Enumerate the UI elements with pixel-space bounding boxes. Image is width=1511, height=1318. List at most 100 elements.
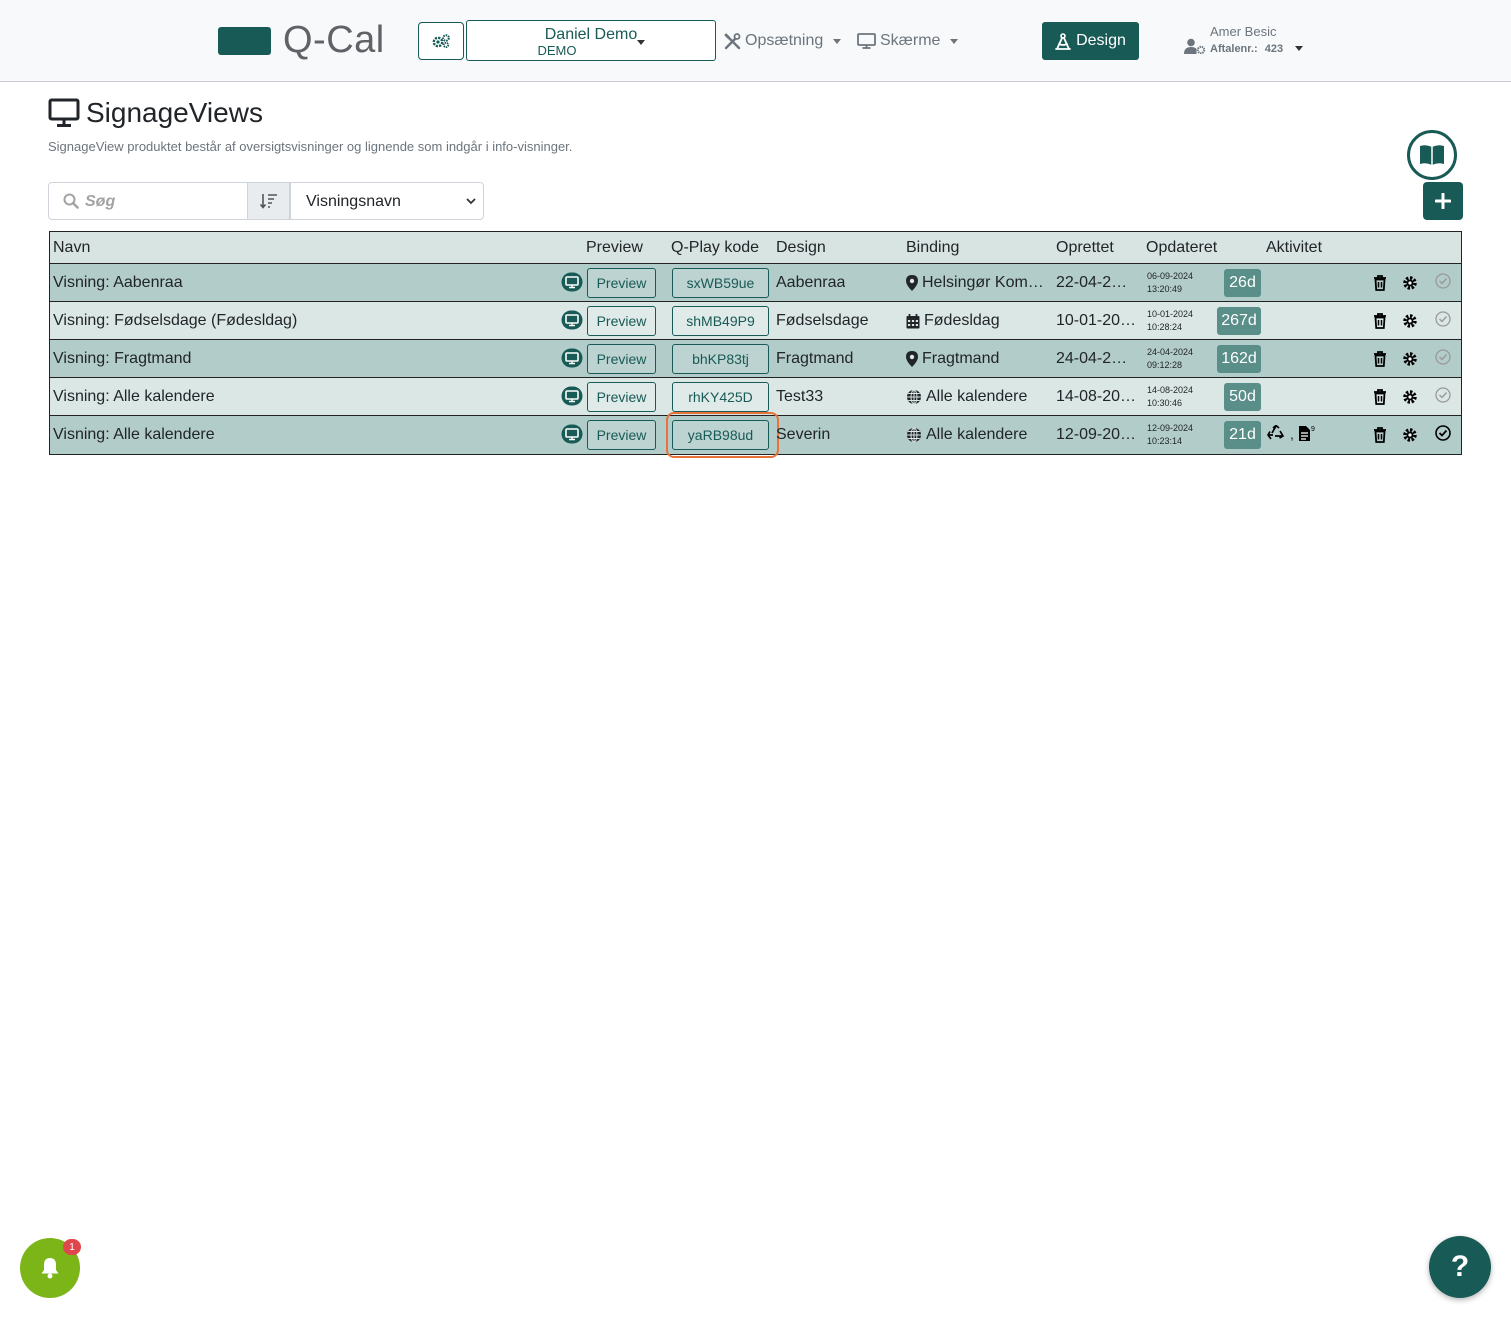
gear-icon[interactable]	[1402, 427, 1418, 448]
binding-name: Helsingør Kom…	[922, 274, 1044, 291]
table-row: Visning: Aabenraa Preview sxWB59ue Aabenraa…	[50, 264, 1461, 302]
notification-count-badge: 1	[63, 1239, 81, 1255]
updated-datetime: 10-01-2024 10:28:24	[1147, 308, 1193, 334]
screen-preview-icon[interactable]	[561, 310, 583, 335]
updated-time: 13:20:49	[1147, 284, 1183, 294]
created-date: 24-04-2…	[1056, 350, 1128, 367]
table-row: Visning: Alle kalendere Preview yaRB98ud Se…	[50, 412, 1461, 458]
table-row: Visning: Alle kalendere Preview rhKY425D Te…	[50, 378, 1461, 416]
search-icon	[63, 193, 79, 209]
qplay-code-button[interactable]: rhKY425D	[672, 382, 769, 412]
check-circle-inactive-icon[interactable]	[1435, 349, 1451, 370]
sort-field-value: Visningsnavn	[306, 193, 401, 210]
gear-icon[interactable]	[1402, 389, 1418, 410]
qplay-code-button[interactable]: yaRB98ud	[672, 420, 769, 450]
col-header-preview: Preview	[586, 239, 643, 256]
agreement-value: 423	[1264, 43, 1284, 55]
nav-opsaetning-label: Opsætning	[745, 32, 824, 49]
updated-date: 14-08-2024	[1147, 385, 1194, 395]
trash-icon[interactable]	[1373, 313, 1387, 334]
check-circle-icon[interactable]	[1435, 425, 1451, 446]
design-button[interactable]: Design	[1042, 22, 1139, 60]
drafting-compass-icon	[1055, 32, 1071, 50]
qplay-code-button[interactable]: sxWB59ue	[672, 268, 769, 298]
user-name: Amer Besic	[1210, 24, 1277, 39]
caret-down-icon	[833, 38, 842, 44]
check-circle-inactive-icon[interactable]	[1435, 311, 1451, 332]
account-selector[interactable]: Daniel Demo DEMO	[466, 20, 716, 61]
preview-button[interactable]: Preview	[587, 420, 656, 450]
search-box	[48, 182, 248, 220]
page-description: SignageView produktet består af oversigt…	[48, 139, 573, 154]
updated-date: 12-09-2024	[1147, 423, 1194, 433]
view-name[interactable]: Visning: Aabenraa	[53, 273, 183, 293]
trash-icon[interactable]	[1373, 389, 1387, 410]
search-input[interactable]	[83, 189, 243, 215]
screen-preview-icon[interactable]	[561, 424, 583, 449]
add-signageview-button[interactable]	[1423, 182, 1463, 220]
preview-button[interactable]: Preview	[587, 268, 656, 298]
account-sub: DEMO	[537, 43, 577, 58]
age-badge: 267d	[1217, 307, 1261, 335]
updated-time: 10:30:46	[1147, 398, 1183, 408]
documentation-button[interactable]	[1407, 130, 1457, 180]
preview-button[interactable]: Preview	[587, 382, 656, 412]
age-badge: 50d	[1224, 383, 1261, 411]
account-name: Daniel Demo	[544, 26, 638, 43]
view-name[interactable]: Visning: Alle kalendere	[53, 387, 215, 407]
plus-icon	[1435, 193, 1451, 209]
gear-icon[interactable]	[1402, 313, 1418, 334]
trash-icon[interactable]	[1373, 427, 1387, 448]
updated-datetime: 12-09-2024 10:23:14	[1147, 422, 1193, 448]
trash-icon[interactable]	[1373, 351, 1387, 372]
binding-cell: Fragtmand	[906, 349, 999, 369]
check-circle-inactive-icon[interactable]	[1435, 273, 1451, 294]
calendar-icon	[906, 313, 920, 329]
recycle-icon	[1266, 425, 1286, 442]
help-button[interactable]: ?	[1429, 1236, 1491, 1298]
table-row: Visning: Fødselsdage (Fødesldag) Preview s…	[50, 302, 1461, 340]
bell-icon	[41, 1258, 59, 1279]
view-name[interactable]: Visning: Alle kalendere	[53, 425, 215, 445]
col-header-opdateret: Opdateret	[1146, 239, 1218, 256]
preview-button[interactable]: Preview	[587, 306, 656, 336]
chevron-down-icon	[466, 198, 476, 205]
table-header: Navn Preview Q-Play kode Design Binding …	[50, 232, 1461, 264]
settings-button[interactable]	[418, 22, 464, 60]
gears-icon	[432, 34, 450, 49]
view-name[interactable]: Visning: Fragtmand	[53, 349, 191, 369]
screen-preview-icon[interactable]	[561, 272, 583, 297]
col-header-navn[interactable]: Navn	[53, 238, 90, 258]
sort-direction-button[interactable]	[248, 182, 290, 220]
design-name: Test33	[776, 388, 824, 405]
check-circle-inactive-icon[interactable]	[1435, 387, 1451, 408]
gear-icon[interactable]	[1402, 275, 1418, 296]
top-navbar: Q-Cal Daniel Demo DEMO Opsætning Skærme	[0, 0, 1511, 82]
caret-down-icon	[637, 40, 645, 45]
col-header-design: Design	[776, 239, 826, 256]
map-marker-icon	[906, 275, 918, 291]
agreement-label: Aftalenr.:	[1210, 43, 1258, 55]
qplay-code-button[interactable]: bhKP83tj	[672, 344, 769, 374]
design-button-label: Design	[1076, 32, 1126, 49]
view-name[interactable]: Visning: Fødselsdage (Fødesldag)	[53, 311, 297, 331]
nav-opsaetning[interactable]: Opsætning	[724, 30, 842, 52]
preview-button[interactable]: Preview	[587, 344, 656, 374]
updated-date: 06-09-2024	[1147, 271, 1194, 281]
updated-date: 24-04-2024	[1147, 347, 1194, 357]
page-title-text: SignageViews	[86, 97, 263, 128]
screen-preview-icon[interactable]	[561, 348, 583, 373]
created-date: 14-08-20…	[1056, 388, 1137, 405]
screen-preview-icon[interactable]	[561, 386, 583, 411]
trash-icon[interactable]	[1373, 275, 1387, 296]
nav-skaerme[interactable]: Skærme	[857, 30, 959, 52]
gear-icon[interactable]	[1402, 351, 1418, 372]
updated-datetime: 14-08-2024 10:30:46	[1147, 384, 1193, 410]
user-menu[interactable]: Amer Besic Aftalenr.: 423	[1184, 24, 1324, 64]
qplay-code-button[interactable]: shMB49P9	[672, 306, 769, 336]
document-icon: 9	[1298, 425, 1316, 442]
design-name: Fødselsdage	[776, 312, 869, 329]
table-row: Visning: Fragtmand Preview bhKP83tj Fragtma…	[50, 340, 1461, 378]
sort-field-select[interactable]: Visningsnavn	[290, 182, 484, 220]
col-header-oprettet: Oprettet	[1056, 239, 1114, 256]
